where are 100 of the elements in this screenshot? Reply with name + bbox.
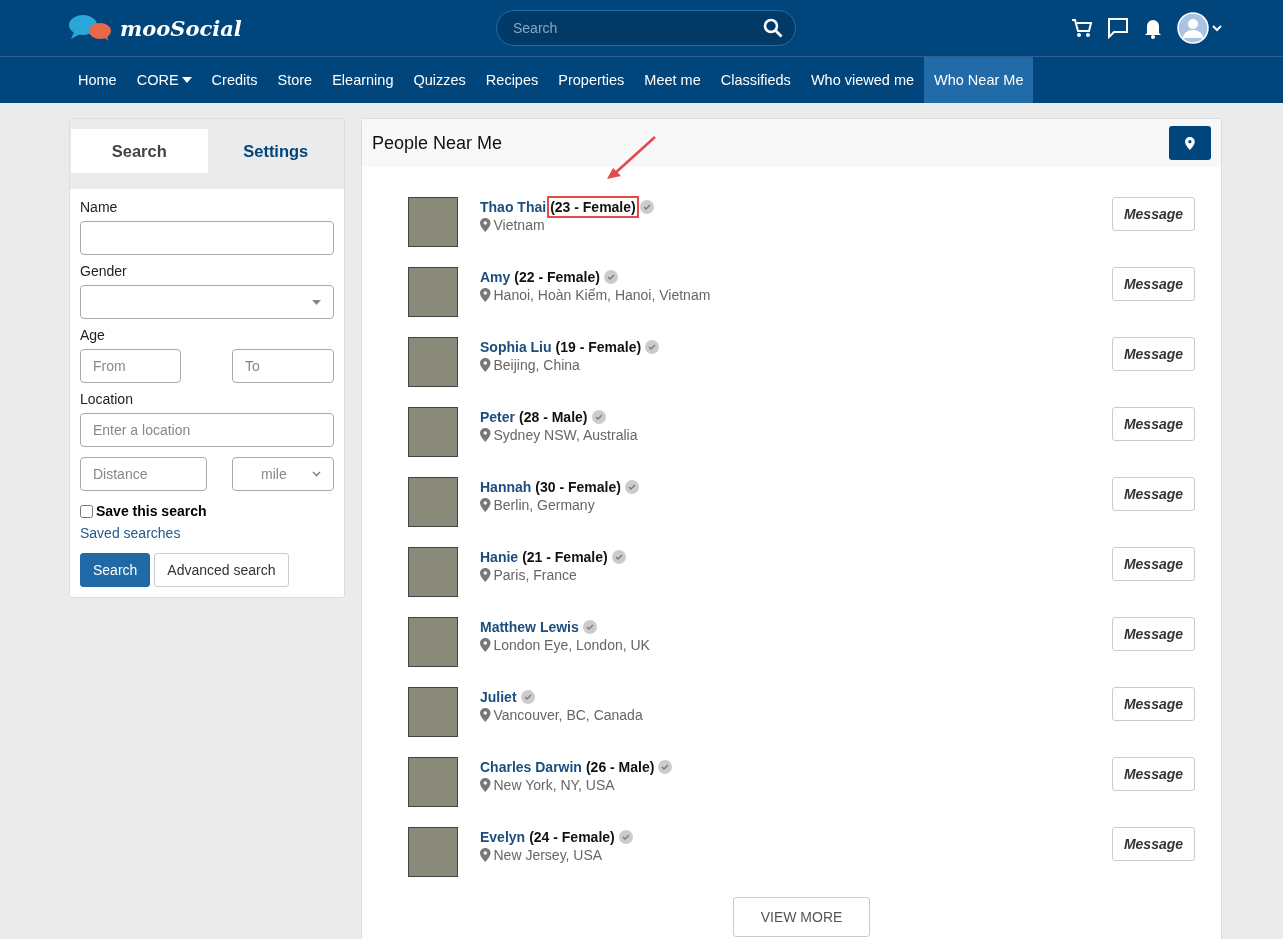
verified-icon xyxy=(520,690,535,704)
logo-text: mooSocial xyxy=(120,15,242,41)
verified-icon xyxy=(618,830,633,844)
field-label: Name xyxy=(80,199,119,215)
age-gender-text: (28 - Male) xyxy=(519,409,588,425)
nav-link[interactable]: CORE xyxy=(126,57,202,103)
age-gender-text: (26 - Male) xyxy=(585,759,655,775)
person-name-link[interactable]: Hannah xyxy=(480,479,532,495)
checkbox-label: Save this search xyxy=(96,503,207,519)
photo-placeholder xyxy=(408,477,458,527)
saved-searches-link[interactable]: Saved searches xyxy=(80,525,334,541)
tab[interactable]: Settings xyxy=(207,129,344,173)
verified-icon xyxy=(624,480,639,494)
chevron-icon xyxy=(312,471,321,477)
verified-icon xyxy=(639,200,654,214)
checkbox[interactable] xyxy=(80,504,93,518)
search-icon[interactable] xyxy=(763,18,783,38)
location-text: Vietnam xyxy=(493,217,545,233)
verified-icon xyxy=(603,270,618,284)
logo-icon xyxy=(68,14,114,42)
distance-field[interactable]: Distance xyxy=(80,457,207,491)
location-field[interactable]: Enter a location xyxy=(80,413,334,447)
name-field[interactable] xyxy=(80,221,334,255)
location-text: Beijing, China xyxy=(493,357,580,373)
chat-icon[interactable] xyxy=(1107,17,1129,39)
location-text: Sydney NSW, Australia xyxy=(493,427,638,443)
age-gender-text: (30 - Female) xyxy=(535,479,621,495)
person-name-link[interactable]: Charles Darwin xyxy=(480,759,582,775)
advanced-search-button[interactable]: Advanced search xyxy=(154,553,289,587)
map-pin-icon xyxy=(480,428,491,442)
avatar-icon[interactable] xyxy=(1177,12,1223,44)
message-button[interactable]: Message xyxy=(1112,407,1195,441)
photo-placeholder xyxy=(408,827,458,877)
nav-link[interactable]: Who Near Me xyxy=(924,57,1034,103)
bell-icon[interactable] xyxy=(1143,17,1163,39)
nav-link[interactable]: Properties xyxy=(548,57,635,103)
message-button[interactable]: Message xyxy=(1112,197,1195,231)
search-input[interactable]: Search xyxy=(511,19,763,37)
message-button[interactable]: Message xyxy=(1112,617,1195,651)
nav-link[interactable]: Recipes xyxy=(475,57,549,103)
cart-icon[interactable] xyxy=(1071,17,1093,39)
photo-placeholder xyxy=(408,267,458,317)
annotation-arrow xyxy=(605,135,658,181)
location-text: Vancouver, BC, Canada xyxy=(493,707,643,723)
field-label: Age xyxy=(80,327,106,343)
message-button[interactable]: Message xyxy=(1112,547,1195,581)
age-gender-text: (21 - Female) xyxy=(522,549,608,565)
nav-link[interactable]: Home xyxy=(68,57,127,103)
field-label: Gender xyxy=(80,263,128,279)
view-more-button[interactable]: VIEW MORE xyxy=(733,897,870,937)
nav-link[interactable]: Who viewed me xyxy=(800,57,925,103)
message-button[interactable]: Message xyxy=(1112,267,1195,301)
message-button[interactable]: Message xyxy=(1112,687,1195,721)
search-button[interactable]: Search xyxy=(80,553,151,587)
person-name-link[interactable]: Matthew Lewis xyxy=(480,619,579,635)
photo-placeholder xyxy=(408,337,458,387)
person-name-link[interactable]: Sophia Liu xyxy=(480,339,552,355)
map-pin-icon xyxy=(480,848,491,862)
person-name-link[interactable]: Thao Thai xyxy=(480,199,547,215)
field-label: Location xyxy=(80,391,134,407)
verified-icon xyxy=(591,410,606,424)
map-pin-icon xyxy=(1185,136,1195,150)
age-gender-text: (24 - Female) xyxy=(529,829,615,845)
photo-placeholder xyxy=(408,197,458,247)
nav-link[interactable]: Meet me xyxy=(634,57,711,103)
nav-link[interactable]: Quizzes xyxy=(403,57,476,103)
person-name-link[interactable]: Peter xyxy=(480,409,516,425)
location-text: London Eye, London, UK xyxy=(493,637,650,653)
search-field[interactable]: Search xyxy=(496,10,796,46)
message-button[interactable]: Message xyxy=(1112,477,1195,511)
person-name-link[interactable]: Juliet xyxy=(480,689,517,705)
location-text: Hanoi, Hoàn Kiếm, Hanoi, Vietnam xyxy=(493,287,711,303)
location-text: New York, NY, USA xyxy=(493,777,615,793)
map-pin-icon xyxy=(480,498,491,512)
map-pin-icon xyxy=(480,218,491,232)
location-button[interactable] xyxy=(1169,126,1211,160)
age-gender-text: (22 - Female) xyxy=(514,269,600,285)
verified-icon xyxy=(582,620,597,634)
tab[interactable]: Search xyxy=(71,129,208,173)
age-to-field[interactable]: To xyxy=(232,349,334,383)
caret-icon xyxy=(312,299,321,305)
age-from-field[interactable]: From xyxy=(80,349,181,383)
message-button[interactable]: Message xyxy=(1112,337,1195,371)
nav-link[interactable]: Classifieds xyxy=(710,57,801,103)
nav-link[interactable]: Credits xyxy=(201,57,268,103)
nav-link[interactable]: Elearning xyxy=(322,57,404,103)
message-button[interactable]: Message xyxy=(1112,757,1195,791)
photo-placeholder xyxy=(408,407,458,457)
nav-link[interactable]: Store xyxy=(267,57,323,103)
map-pin-icon xyxy=(480,568,491,582)
map-pin-icon xyxy=(480,708,491,722)
message-button[interactable]: Message xyxy=(1112,827,1195,861)
photo-placeholder xyxy=(408,547,458,597)
person-name-link[interactable]: Hanie xyxy=(480,549,519,565)
unit-select[interactable]: mile xyxy=(232,457,334,491)
photo-placeholder xyxy=(408,757,458,807)
age-gender-text: (19 - Female) xyxy=(555,339,642,355)
person-name-link[interactable]: Evelyn xyxy=(480,829,526,845)
person-name-link[interactable]: Amy xyxy=(480,269,511,285)
photo-placeholder xyxy=(408,687,458,737)
